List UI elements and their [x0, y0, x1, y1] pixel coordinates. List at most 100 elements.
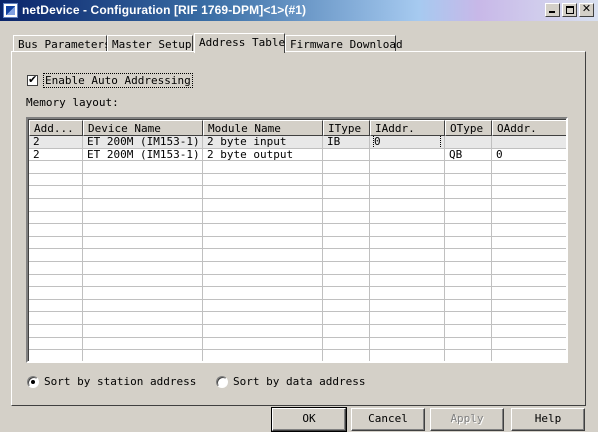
sort-by-station-radio[interactable] [27, 375, 39, 388]
empty-table-row [29, 173, 566, 187]
empty-table-row [29, 324, 566, 338]
column-header-itype[interactable]: IType [323, 120, 370, 136]
empty-table-row [29, 337, 566, 351]
cell-iaddr [370, 249, 445, 262]
column-header-otype[interactable]: OType [445, 120, 492, 136]
cell-iaddr [370, 224, 445, 237]
column-header-address[interactable]: Add... [29, 120, 83, 136]
empty-table-row [29, 211, 566, 225]
column-header-device-name[interactable]: Device Name [83, 120, 203, 136]
cell-address [29, 224, 83, 237]
help-button[interactable]: Help [511, 408, 585, 431]
cell-device-name[interactable]: ET 200M (IM153-1) [83, 136, 203, 149]
cell-address [29, 324, 83, 338]
cell-oaddr [492, 300, 566, 313]
cell-device-name [83, 312, 203, 325]
cell-iaddr [370, 211, 445, 225]
cell-address [29, 337, 83, 351]
cell-focus-value[interactable]: 0 [373, 136, 441, 148]
tab-bus-parameters[interactable]: Bus Parameters [13, 35, 111, 52]
auto-addressing-label[interactable]: Enable Auto Addressing [43, 73, 193, 88]
apply-button[interactable]: Apply [430, 408, 504, 431]
cell-device-name[interactable]: ET 200M (IM153-1) [83, 148, 203, 162]
cell-itype[interactable] [323, 148, 370, 162]
cancel-button[interactable]: Cancel [351, 408, 425, 431]
cell-address[interactable]: 2 [29, 136, 83, 149]
empty-table-row [29, 287, 566, 300]
cell-address [29, 350, 83, 361]
cell-module-name [203, 312, 323, 325]
column-header-oaddr[interactable]: OAddr. [492, 120, 566, 136]
empty-table-row [29, 161, 566, 174]
cell-otype [445, 249, 492, 262]
empty-table-row [29, 198, 566, 212]
cell-module-name [203, 324, 323, 338]
sort-by-data-label[interactable]: Sort by data address [233, 375, 365, 388]
minimize-button[interactable] [545, 3, 560, 17]
ok-button[interactable]: OK [271, 407, 347, 432]
cell-itype [323, 224, 370, 237]
cell-oaddr [492, 249, 566, 262]
maximize-button[interactable] [562, 3, 577, 17]
cell-iaddr[interactable]: 0 [370, 136, 445, 149]
cell-address [29, 261, 83, 275]
cell-itype[interactable]: IB [323, 136, 370, 149]
cell-module-name [203, 337, 323, 351]
cell-device-name [83, 350, 203, 361]
cell-module-name [203, 249, 323, 262]
cell-iaddr [370, 274, 445, 288]
cell-device-name [83, 299, 203, 313]
cell-address [29, 186, 83, 199]
column-header-module-name[interactable]: Module Name [203, 120, 323, 136]
cell-module-name[interactable]: 2 byte output [203, 148, 323, 162]
cell-device-name [83, 236, 203, 250]
sort-by-data-option[interactable]: Sort by data address [216, 375, 365, 388]
tab-address-table[interactable]: Address Table [194, 33, 285, 53]
column-header-iaddr[interactable]: IAddr. [370, 120, 445, 136]
tab-master-setup[interactable]: Master Setup [107, 35, 193, 52]
cell-itype [323, 161, 370, 174]
cell-otype [445, 186, 492, 199]
cell-otype [445, 350, 492, 361]
cell-device-name [83, 324, 203, 338]
cell-otype [445, 198, 492, 212]
table-row[interactable]: 2 ET 200M (IM153-1) 2 byte output QB 0 [29, 148, 566, 162]
cell-address [29, 274, 83, 288]
cell-itype [323, 324, 370, 338]
cell-oaddr [492, 199, 566, 212]
empty-table-row [29, 312, 566, 325]
cell-otype[interactable] [445, 136, 492, 149]
cell-device-name [83, 211, 203, 225]
cell-device-name [83, 337, 203, 351]
close-button[interactable]: ✕ [579, 2, 594, 17]
table-row[interactable]: 2 ET 200M (IM153-1) 2 byte input IB 0 [29, 136, 566, 149]
cell-otype[interactable]: QB [445, 148, 492, 162]
cell-oaddr[interactable]: 0 [492, 149, 566, 162]
auto-addressing-checkbox[interactable]: ✔ [27, 73, 38, 86]
cell-address [29, 249, 83, 262]
cell-module-name [203, 173, 323, 187]
cell-oaddr [492, 212, 566, 225]
app-icon[interactable] [3, 3, 18, 18]
cell-address[interactable]: 2 [29, 148, 83, 162]
cell-module-name [203, 261, 323, 275]
title-bar[interactable]: netDevice - Configuration [RIF 1769-DPM]… [0, 0, 598, 21]
sort-by-station-label[interactable]: Sort by station address [44, 375, 196, 388]
cell-otype [445, 261, 492, 275]
empty-table-row [29, 249, 566, 262]
address-table[interactable]: Add... Device Name Module Name IType IAd… [26, 117, 568, 363]
sort-by-data-radio[interactable] [216, 375, 228, 388]
checkmark-icon: ✔ [28, 73, 38, 86]
cell-oaddr[interactable] [492, 136, 566, 149]
cell-itype [323, 236, 370, 250]
sort-by-station-option[interactable]: Sort by station address [27, 375, 196, 388]
cell-module-name[interactable]: 2 byte input [203, 136, 323, 149]
cell-oaddr [492, 275, 566, 288]
cell-oaddr [492, 161, 566, 174]
cell-iaddr[interactable] [370, 148, 445, 162]
auto-addressing-row[interactable]: ✔ Enable Auto Addressing [27, 73, 193, 88]
cell-module-name [203, 224, 323, 237]
cell-address [29, 198, 83, 212]
cell-iaddr [370, 236, 445, 250]
tab-firmware-download[interactable]: Firmware Download [285, 35, 403, 52]
